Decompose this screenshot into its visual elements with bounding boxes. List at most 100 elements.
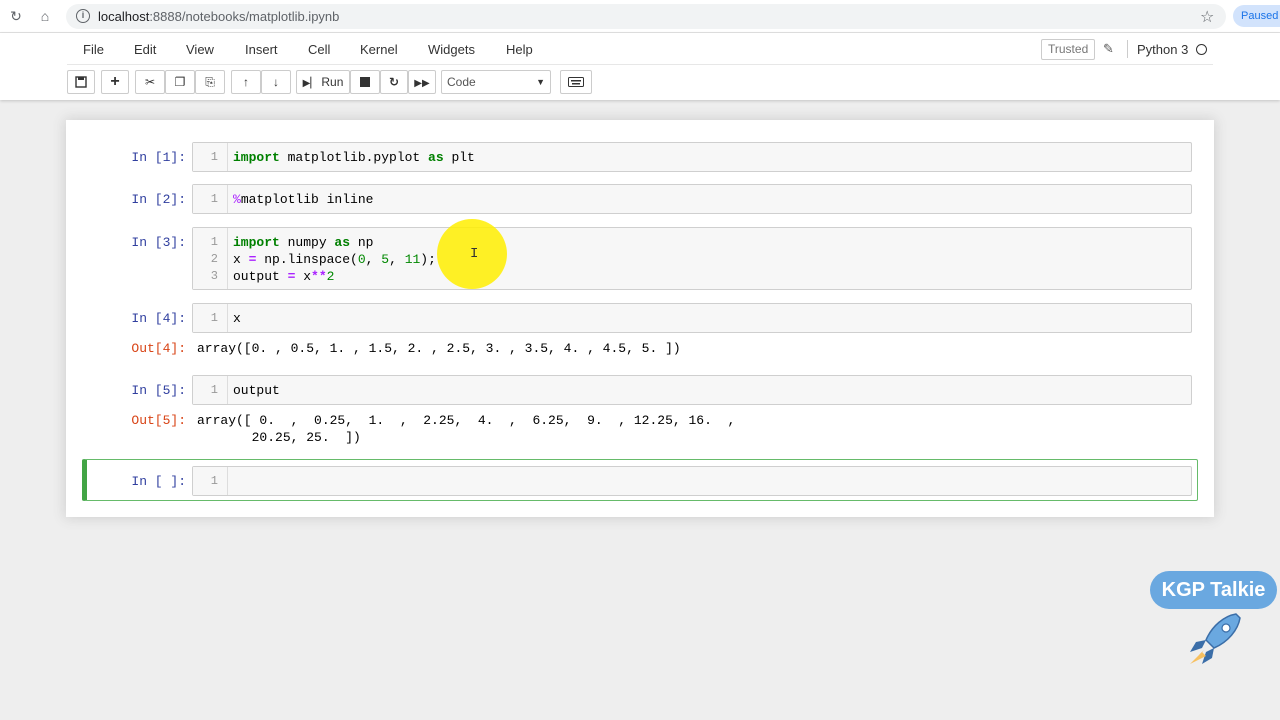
menu-widgets[interactable]: Widgets bbox=[428, 42, 475, 57]
plus-icon: + bbox=[110, 73, 120, 90]
address-bar[interactable]: i localhost:8888/notebooks/matplotlib.ip… bbox=[66, 4, 1226, 29]
url-text: localhost:8888/notebooks/matplotlib.ipyn… bbox=[98, 9, 339, 24]
step-forward-icon: ▶▏ bbox=[302, 78, 319, 89]
code-cell[interactable]: In [3]: 1 2 3 import numpy as np x = np.… bbox=[82, 227, 1198, 290]
kernel-idle-icon bbox=[1196, 44, 1207, 55]
reload-icon[interactable]: ↻ bbox=[8, 8, 24, 24]
code-input[interactable]: 1 x bbox=[192, 303, 1192, 333]
paste-button[interactable]: ⎘ bbox=[195, 70, 225, 94]
restart-button[interactable]: ↻ bbox=[380, 70, 408, 94]
url-path: :8888/notebooks/matplotlib.ipynb bbox=[149, 9, 340, 24]
command-palette-button[interactable] bbox=[560, 70, 592, 94]
move-up-button[interactable]: ↑ bbox=[231, 70, 261, 94]
kernel-name: Python 3 bbox=[1137, 42, 1189, 57]
line-number: 1 bbox=[210, 235, 218, 249]
text-cursor-icon: I bbox=[470, 246, 479, 262]
info-icon[interactable]: i bbox=[76, 9, 90, 23]
code-input[interactable]: 1 import matplotlib.pyplot as plt bbox=[192, 142, 1192, 172]
line-gutter: 1 bbox=[193, 376, 228, 404]
keyboard-icon bbox=[568, 77, 584, 87]
code-input[interactable]: 1 output bbox=[192, 375, 1192, 405]
code-input[interactable]: 1 bbox=[192, 466, 1192, 496]
stop-icon bbox=[360, 77, 370, 87]
notebook-container: In [1]: 1 import matplotlib.pyplot as pl… bbox=[66, 120, 1214, 517]
code-cell[interactable]: In [ ]: 1 bbox=[82, 466, 1198, 496]
menu-insert[interactable]: Insert bbox=[245, 42, 278, 57]
run-label: Run bbox=[321, 75, 344, 89]
code-cell[interactable]: In [1]: 1 import matplotlib.pyplot as pl… bbox=[82, 142, 1198, 172]
code-line: output = x**2 bbox=[233, 269, 335, 284]
toolbar: + ✂ ❐ ⎘ ↑ ↓ ▶▏ Run ↻ ▶▶ Code ▼ bbox=[67, 70, 1213, 96]
url-host: localhost bbox=[98, 9, 150, 24]
in-prompt: In [1]: bbox=[131, 150, 186, 165]
code-line: import matplotlib.pyplot as plt bbox=[233, 150, 475, 165]
output-text: array([ 0. , 0.25, 1. , 2.25, 4. , 6.25,… bbox=[197, 413, 736, 428]
in-prompt: In [5]: bbox=[131, 383, 186, 398]
in-prompt: In [2]: bbox=[131, 192, 186, 207]
line-number: 3 bbox=[210, 269, 218, 283]
kernel-separator bbox=[1127, 40, 1128, 58]
code-line: import numpy as np bbox=[233, 235, 374, 250]
paste-icon: ⎘ bbox=[205, 75, 215, 89]
line-number: 2 bbox=[210, 252, 218, 266]
fast-forward-icon: ▶▶ bbox=[414, 78, 430, 89]
move-down-button[interactable]: ↓ bbox=[261, 70, 291, 94]
arrow-up-icon: ↑ bbox=[243, 75, 249, 89]
code-input[interactable]: 1 %matplotlib inline bbox=[192, 184, 1192, 214]
menubar: File Edit View Insert Cell Kernel Widget… bbox=[67, 33, 1213, 65]
arrow-down-icon: ↓ bbox=[273, 75, 279, 89]
menu-help[interactable]: Help bbox=[506, 42, 533, 57]
dropdown-arrow-icon: ▼ bbox=[536, 77, 545, 87]
code-line: %matplotlib inline bbox=[233, 192, 374, 207]
line-gutter: 1 bbox=[193, 143, 228, 171]
insert-cell-button[interactable]: + bbox=[101, 70, 129, 94]
in-prompt: In [4]: bbox=[131, 311, 186, 326]
line-number: 1 bbox=[210, 474, 218, 488]
save-icon bbox=[75, 76, 87, 88]
scissors-icon: ✂ bbox=[144, 75, 156, 89]
browser-bar: ↻ ⌂ i localhost:8888/notebooks/matplotli… bbox=[0, 0, 1280, 33]
cut-button[interactable]: ✂ bbox=[135, 70, 165, 94]
menu-kernel[interactable]: Kernel bbox=[360, 42, 398, 57]
cell-type-select[interactable]: Code ▼ bbox=[441, 70, 551, 94]
line-gutter: 1 bbox=[193, 467, 228, 495]
code-cell[interactable]: In [4]: 1 x Out[4]: array([0. , 0.5, 1. … bbox=[82, 303, 1198, 363]
line-number: 1 bbox=[210, 150, 218, 164]
code-line: x = np.linspace(0, 5, 11); bbox=[233, 252, 436, 267]
code-line: x bbox=[233, 311, 241, 326]
rocket-icon bbox=[1190, 613, 1241, 664]
sync-paused-badge[interactable]: Paused bbox=[1233, 5, 1280, 27]
line-number: 1 bbox=[210, 311, 218, 325]
in-prompt: In [3]: bbox=[131, 235, 186, 250]
menu-cell[interactable]: Cell bbox=[308, 42, 330, 57]
home-icon[interactable]: ⌂ bbox=[37, 8, 53, 24]
output-text: array([0. , 0.5, 1. , 1.5, 2. , 2.5, 3. … bbox=[197, 341, 681, 356]
code-input[interactable]: 1 2 3 import numpy as np x = np.linspace… bbox=[192, 227, 1192, 290]
copy-icon: ❐ bbox=[174, 75, 186, 89]
save-button[interactable] bbox=[67, 70, 95, 94]
pencil-icon[interactable]: ✎ bbox=[1103, 41, 1114, 57]
jupyter-header: File Edit View Insert Cell Kernel Widget… bbox=[0, 33, 1280, 100]
out-prompt: Out[5]: bbox=[131, 413, 186, 428]
code-cell[interactable]: In [5]: 1 output Out[5]: array([ 0. , 0.… bbox=[82, 375, 1198, 447]
run-button[interactable]: ▶▏ Run bbox=[296, 70, 350, 94]
restart-run-all-button[interactable]: ▶▶ bbox=[408, 70, 436, 94]
out-prompt: Out[4]: bbox=[131, 341, 186, 356]
restart-icon: ↻ bbox=[388, 75, 400, 89]
line-gutter: 1 bbox=[193, 304, 228, 332]
cell-type-value: Code bbox=[447, 75, 476, 89]
line-gutter: 1 bbox=[193, 185, 228, 213]
line-gutter: 1 2 3 bbox=[193, 228, 228, 289]
watermark-logo: KGP Talkie bbox=[1150, 571, 1277, 609]
menu-view[interactable]: View bbox=[186, 42, 214, 57]
menu-file[interactable]: File bbox=[83, 42, 104, 57]
interrupt-button[interactable] bbox=[350, 70, 380, 94]
code-line: output bbox=[233, 383, 280, 398]
output-text: 20.25, 25. ]) bbox=[197, 430, 361, 445]
trusted-indicator[interactable]: Trusted bbox=[1041, 39, 1096, 60]
copy-button[interactable]: ❐ bbox=[165, 70, 195, 94]
code-cell[interactable]: In [2]: 1 %matplotlib inline bbox=[82, 184, 1198, 214]
menu-edit[interactable]: Edit bbox=[134, 42, 156, 57]
bookmark-star-icon[interactable]: ☆ bbox=[1200, 7, 1214, 27]
line-number: 1 bbox=[210, 383, 218, 397]
